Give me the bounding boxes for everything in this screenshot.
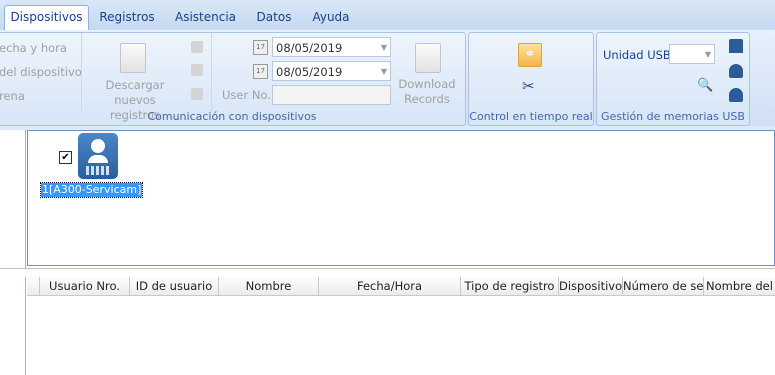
keypad-icon [86,166,110,175]
group-label-tiempo-real: Control en tiempo real [469,110,593,123]
records-table-header: Usuario Nro. ID de usuario Nombre Fecha/… [27,277,775,296]
usb-unit-label: Unidad USB [603,48,671,62]
search-device-icon[interactable] [191,88,203,100]
menu-tab-bar: Dispositivos Registros Asistencia Datos … [0,0,775,31]
col-tipo-registro[interactable]: Tipo de registro [461,277,559,295]
date-from-picker[interactable]: 08/05/2019 ▼ [272,37,391,57]
group-tiempo-real: ⚭ ✂ Control en tiempo real [468,32,594,126]
col-numero-serie[interactable]: Número de se [623,277,704,295]
calendar-from-icon: 17 [253,40,268,55]
row-header-column [27,277,40,295]
col-nombre-dispositivo[interactable]: Nombre del d [704,277,775,295]
tab-datos[interactable]: Datos [250,6,298,28]
download-records-icon [415,43,441,73]
download-records-line2: Records [404,92,450,106]
col-fecha-hora[interactable]: Fecha/Hora [319,277,461,295]
device-checkbox[interactable]: ✔ [59,151,72,164]
tab-asistencia[interactable]: Asistencia [168,6,243,28]
usb-unit-select[interactable]: ▼ [669,44,715,64]
group-usb: Unidad USB ▼ 🔍 Gestión de memorias USB [596,32,750,126]
date-from-value: 08/05/2019 [276,41,343,55]
chevron-down-icon[interactable]: ▼ [705,45,711,65]
device-list[interactable]: ✔ 1[A300-Servicam] [27,130,775,266]
user-avatar-icon [91,139,105,153]
separator [81,33,82,111]
sync-time-button[interactable]: echa y hora [0,41,67,55]
download-new-line1: Descargar [105,78,165,92]
usb-download-user-icon[interactable] [729,88,743,102]
usb-upload-user-icon[interactable] [729,39,743,53]
calendar-to-icon: 17 [253,64,268,79]
device-side-strip [0,130,26,268]
device-icon[interactable] [78,133,118,179]
clear-button[interactable]: rena [0,89,25,103]
col-usuario-nro[interactable]: Usuario Nro. [40,277,130,295]
group-label-comunicacion: Comunicación con dispositivos [147,110,317,123]
user-body-icon [88,155,108,163]
save-icon[interactable] [191,64,203,76]
user-no-label: User No. [222,88,271,102]
tab-dispositivos[interactable]: Dispositivos [4,5,89,30]
records-side-strip [0,277,26,375]
group-label-usb: Gestión de memorias USB [601,110,745,123]
small-tool-icon-1[interactable] [191,41,203,53]
tab-ayuda[interactable]: Ayuda [305,6,357,28]
date-to-picker[interactable]: 08/05/2019 ▼ [272,61,391,81]
disconnect-link-icon[interactable]: ✂ [522,77,535,95]
usb-user-icon[interactable] [729,64,743,78]
ribbon: echa y hora del dispositivo rena Descarg… [0,30,775,127]
group-comunicacion: echa y hora del dispositivo rena Descarg… [0,32,466,126]
records-table-body[interactable] [27,296,775,375]
download-records-button[interactable]: Download Records [397,77,457,107]
col-dispositivo[interactable]: Dispositivo [559,277,623,295]
download-new-icon [120,43,146,73]
device-label[interactable]: 1[A300-Servicam] [39,182,144,198]
download-records-line1: Download [398,77,456,91]
separator [211,33,212,111]
usb-search-icon[interactable]: 🔍 [697,78,713,93]
device-info-button[interactable]: del dispositivo [0,65,82,79]
date-to-value: 08/05/2019 [276,65,343,79]
connect-link-icon[interactable]: ⚭ [518,43,542,67]
chevron-down-icon[interactable]: ▼ [381,62,387,82]
device-pane: ✔ 1[A300-Servicam] [0,130,775,268]
tab-registros[interactable]: Registros [92,6,162,28]
col-id-usuario[interactable]: ID de usuario [130,277,219,295]
chevron-down-icon[interactable]: ▼ [381,38,387,58]
col-nombre[interactable]: Nombre [219,277,319,295]
user-no-input[interactable] [272,85,391,105]
